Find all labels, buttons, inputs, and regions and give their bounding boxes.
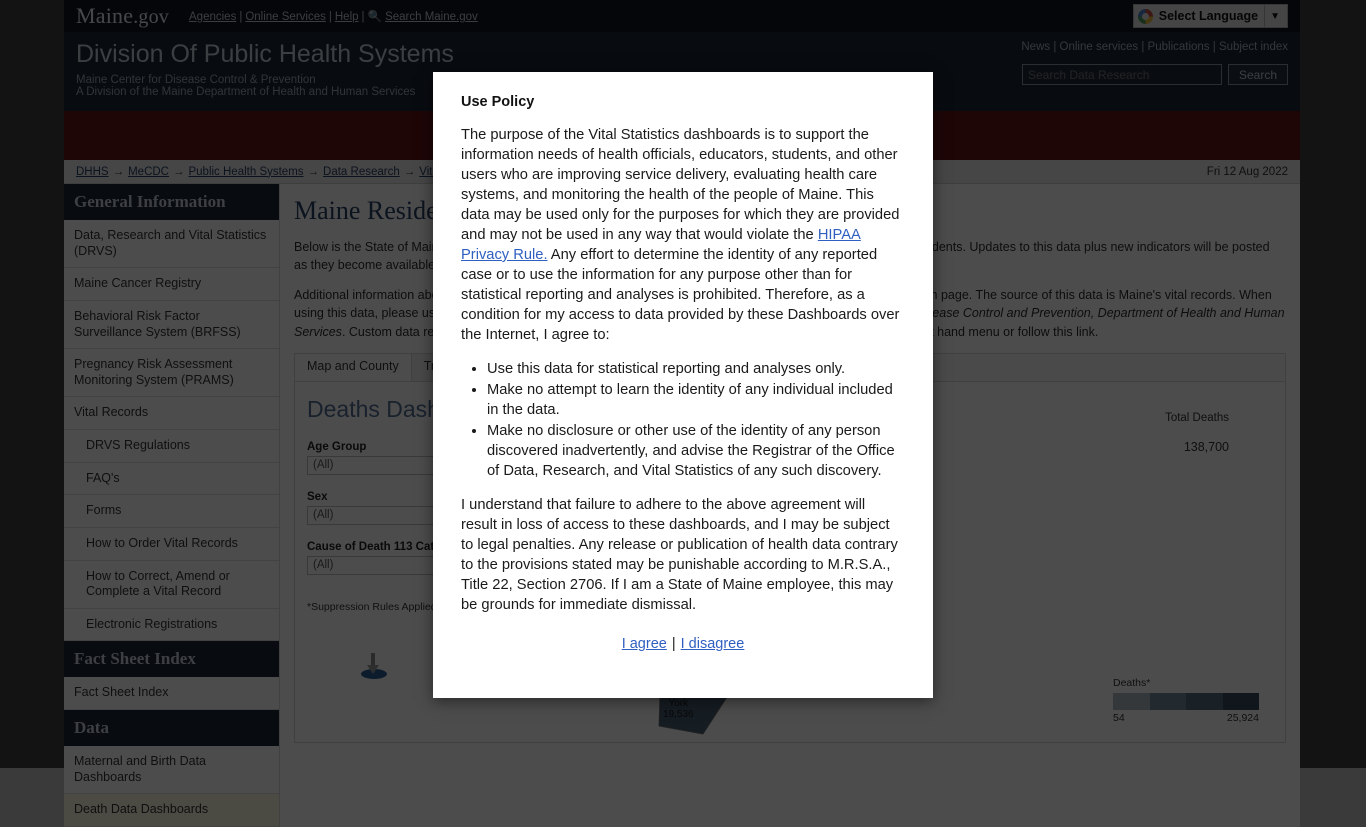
modal-title: Use Policy [461,94,905,110]
i-agree-link[interactable]: I agree [622,636,667,652]
modal-bullet-2: Make no attempt to learn the identity of… [487,381,905,421]
modal-bullet-1: Use this data for statistical reporting … [487,360,905,380]
modal-bullet-list: Use this data for statistical reporting … [461,360,905,482]
i-disagree-link[interactable]: I disagree [681,636,745,652]
modal-actions: I agree | I disagree [461,636,905,652]
modal-action-separator: | [672,636,676,652]
use-policy-modal: Use Policy The purpose of the Vital Stat… [433,72,933,698]
modal-paragraph-1: The purpose of the Vital Statistics dash… [461,126,905,346]
modal-bullet-3: Make no disclosure or other use of the i… [487,422,905,482]
sidebar-item-death-data-dashboards[interactable]: Death Data Dashboards [64,794,279,827]
modal-paragraph-1-part-a: The purpose of the Vital Statistics dash… [461,127,899,243]
modal-paragraph-2: I understand that failure to adhere to t… [461,496,905,616]
